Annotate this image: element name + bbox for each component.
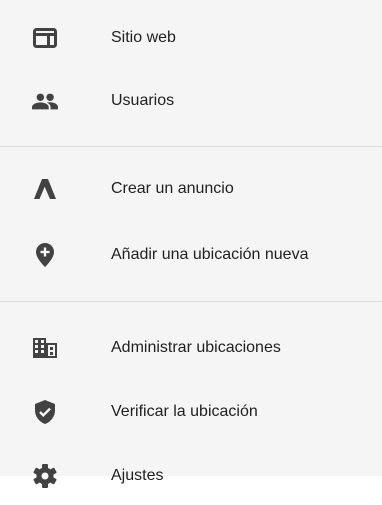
menu-item-website[interactable]: Sitio web bbox=[0, 10, 382, 66]
web-icon bbox=[32, 25, 58, 51]
menu-item-verify-location[interactable]: Verificar la ubicación bbox=[0, 384, 382, 440]
business-icon bbox=[32, 335, 58, 361]
menu-item-manage-locations[interactable]: Administrar ubicaciones bbox=[0, 320, 382, 376]
menu-item-create-ad[interactable]: Crear un anuncio bbox=[0, 161, 382, 217]
people-icon bbox=[32, 88, 58, 114]
menu-item-label: Añadir una ubicación nueva bbox=[111, 246, 309, 263]
menu-item-label: Usuarios bbox=[111, 92, 175, 109]
divider bbox=[0, 146, 382, 147]
menu-item-label: Verificar la ubicación bbox=[111, 403, 258, 420]
menu-item-label: Administrar ubicaciones bbox=[111, 339, 281, 356]
verified-shield-icon bbox=[32, 399, 58, 425]
gear-icon bbox=[32, 463, 58, 489]
menu-item-users[interactable]: Usuarios bbox=[0, 73, 382, 129]
menu-item-settings[interactable]: Ajustes bbox=[0, 448, 382, 504]
navigation-menu: Sitio web Usuarios Crear un anuncio Añad… bbox=[0, 0, 382, 488]
add-location-icon bbox=[32, 242, 58, 268]
menu-item-label: Crear un anuncio bbox=[111, 180, 234, 197]
divider bbox=[0, 301, 382, 302]
menu-item-label: Sitio web bbox=[111, 29, 176, 46]
menu-item-add-location[interactable]: Añadir una ubicación nueva bbox=[0, 227, 382, 283]
google-ads-icon bbox=[32, 176, 58, 202]
menu-item-label: Ajustes bbox=[111, 467, 164, 484]
